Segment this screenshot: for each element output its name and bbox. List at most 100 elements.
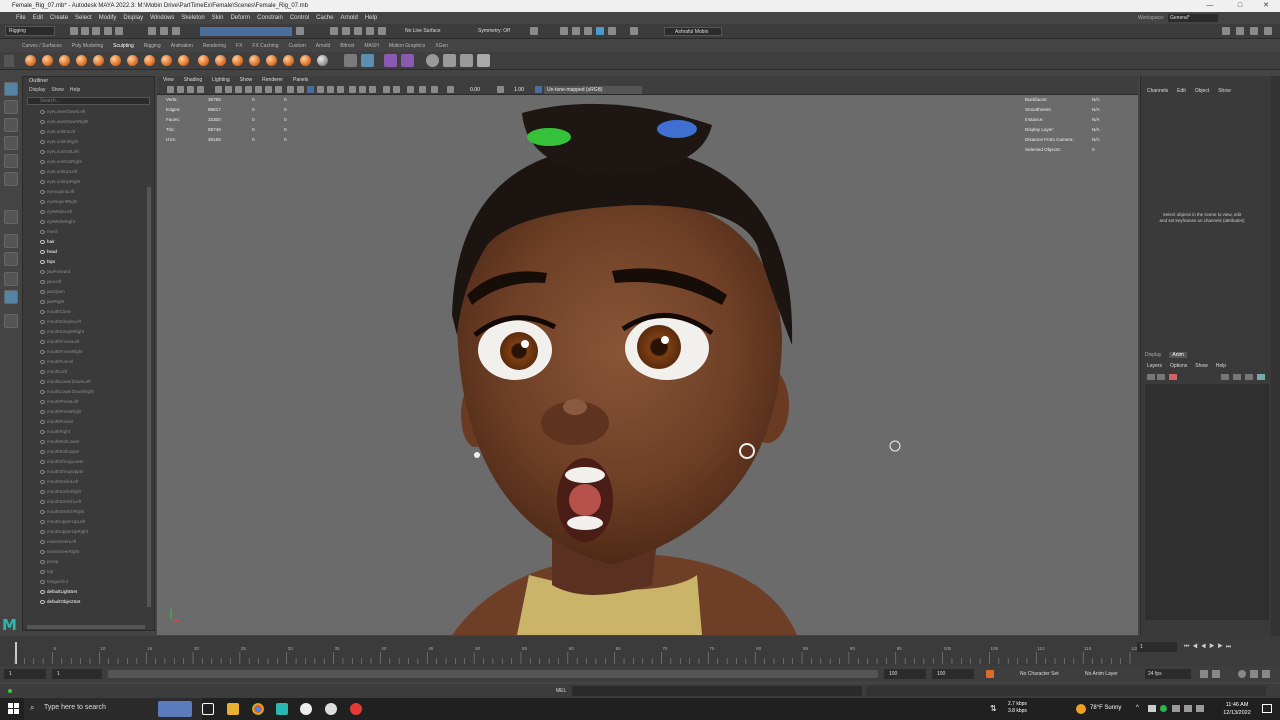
bulge-tool-icon[interactable] [283,55,294,66]
channel-menu-channels[interactable]: Channels [1147,88,1168,94]
scrape-tool-icon[interactable] [215,55,226,66]
resolution-gate-icon[interactable] [235,86,242,93]
render-view-icon[interactable] [608,27,616,35]
anti-aliasing-icon[interactable] [369,86,376,93]
ipr-render-icon[interactable] [572,27,580,35]
menu-arnold[interactable]: Arnold [341,12,358,24]
panel-menu-shading[interactable]: Shading [184,76,202,85]
smear-tool-icon[interactable] [266,55,277,66]
knife-tool-icon[interactable] [249,55,260,66]
gate-mask-icon[interactable] [245,86,252,93]
selection-mask-icons[interactable] [200,27,292,36]
volume-icon[interactable] [1196,705,1204,712]
outliner-item[interactable]: hips [23,257,154,267]
outliner-menu-show[interactable]: Show [51,86,64,95]
notifications-icon[interactable] [1262,704,1272,713]
shelf-tab-curves[interactable]: Curves / Surfaces [22,41,62,52]
snap-surface-icon[interactable] [378,27,386,35]
paint-select-tool-icon[interactable] [4,118,18,132]
outliner-item[interactable]: eyeLowerDownLeft [23,107,154,117]
loop-icon[interactable] [1200,670,1208,678]
outliner-item[interactable]: head [23,247,154,257]
field-chart-icon[interactable] [255,86,262,93]
isolate-select-icon[interactable] [383,86,390,93]
layer-menu-options[interactable]: Options [1170,363,1187,369]
menu-select[interactable]: Select [75,12,92,24]
menu-skeleton[interactable]: Skeleton [181,12,204,24]
outliner-item[interactable]: mouthUpperUpLeft [23,517,154,527]
outliner-item[interactable]: mouthFrownLeft [23,337,154,347]
animation-prefs-icon[interactable] [1262,670,1270,678]
freeze-tool-icon[interactable] [317,55,328,66]
outliner-item[interactable]: mouthPucker [23,417,154,427]
outliner-item[interactable]: mouthSmileLeft [23,477,154,487]
close-button[interactable]: ✕ [1252,0,1280,12]
start-time-field[interactable]: 1 [4,669,46,679]
panel-menu-show[interactable]: Show [240,76,253,85]
pinch-tool-icon[interactable] [93,55,104,66]
outliner-item[interactable]: hair [23,237,154,247]
windows-start-icon[interactable] [8,703,19,714]
menu-constrain[interactable]: Constrain [257,12,283,24]
layer-add-icon[interactable] [1233,374,1241,380]
shelf-tab-custom[interactable]: Custom [289,41,306,52]
menuset-select[interactable]: Rigging [5,26,55,36]
shelf-tab-rendering[interactable]: Rendering [203,41,226,52]
search-icon[interactable] [4,314,18,328]
xray-active-icon[interactable] [419,86,426,93]
rotate-tool-icon[interactable] [4,154,18,168]
range-slider[interactable] [108,670,878,678]
tool-settings-icon[interactable] [1250,27,1258,35]
outliner-item[interactable]: mouthRollLower [23,437,154,447]
workspace-select[interactable]: General* [1168,14,1218,22]
chrome-icon[interactable] [252,703,264,715]
camera-attributes-icon[interactable] [177,86,184,93]
shelf-tab-fx[interactable]: FX [236,41,242,52]
wireframe-on-shaded-icon[interactable] [307,86,314,93]
time-slider[interactable]: 5 10 15 20 25 30 35 40 45 50 55 60 65 70 75 80 85 90 95 100… [0,636,1280,666]
outliner-item[interactable]: eyeLowerDownRight [23,117,154,127]
blender-icon[interactable] [300,703,312,715]
outliner-item[interactable]: mouthRight [23,427,154,437]
channel-box-toggle-icon[interactable] [1264,27,1272,35]
outliner-item[interactable]: defaultLightSet [23,587,154,597]
playback-controls[interactable]: ⏮◀◀▶▶⏭ [1184,644,1234,651]
pause-icon[interactable] [630,27,638,35]
outliner-item[interactable]: eyeWideRight [23,217,154,227]
outliner-h-scrollbar[interactable] [27,625,145,629]
grid-icon[interactable] [361,54,374,67]
outliner-item[interactable]: mouthUpperUpRight [23,527,154,537]
panel-menu-panels[interactable]: Panels [293,76,308,85]
exposure-field[interactable]: 0.00 [455,86,495,94]
grid-toggle-icon[interactable] [215,86,222,93]
camera-select-icon[interactable] [167,86,174,93]
menu-deform[interactable]: Deform [230,12,250,24]
recorder-icon[interactable] [350,703,362,715]
imprint-tool-icon[interactable] [178,55,189,66]
snap-point-icon[interactable] [354,27,362,35]
outliner-item[interactable]: mouthShrugUpper [23,467,154,477]
undo-icon[interactable] [104,27,112,35]
outliner-item[interactable]: jawOpen [23,287,154,297]
tray-status-icon[interactable] [1160,705,1167,712]
layout-single-icon[interactable] [4,210,18,224]
shelf-tab-animation[interactable]: Animation [171,41,193,52]
persp-outliner-layout-icon[interactable] [4,290,18,304]
render-settings-icon[interactable] [584,27,592,35]
new-scene-icon[interactable] [70,27,78,35]
foamy-tool-icon[interactable] [127,55,138,66]
outliner-item[interactable]: tongueOut [23,577,154,587]
redo-icon[interactable] [115,27,123,35]
safe-action-icon[interactable] [265,86,272,93]
lasso-tool-icon[interactable] [4,100,18,114]
save-scene-icon[interactable] [92,27,100,35]
outliner-item[interactable]: eyeLookInRight [23,137,154,147]
select-tool-icon[interactable] [4,82,18,96]
panel-menu-view[interactable]: View [163,76,174,85]
flatten-tool-icon[interactable] [110,55,121,66]
amplify-tool-icon[interactable] [300,55,311,66]
outliner-item[interactable]: mouthDimpleRight [23,327,154,337]
snap-curve-icon[interactable] [342,27,350,35]
shelf-menu-icon[interactable] [4,55,14,67]
channel-menu-edit[interactable]: Edit [1177,88,1186,94]
